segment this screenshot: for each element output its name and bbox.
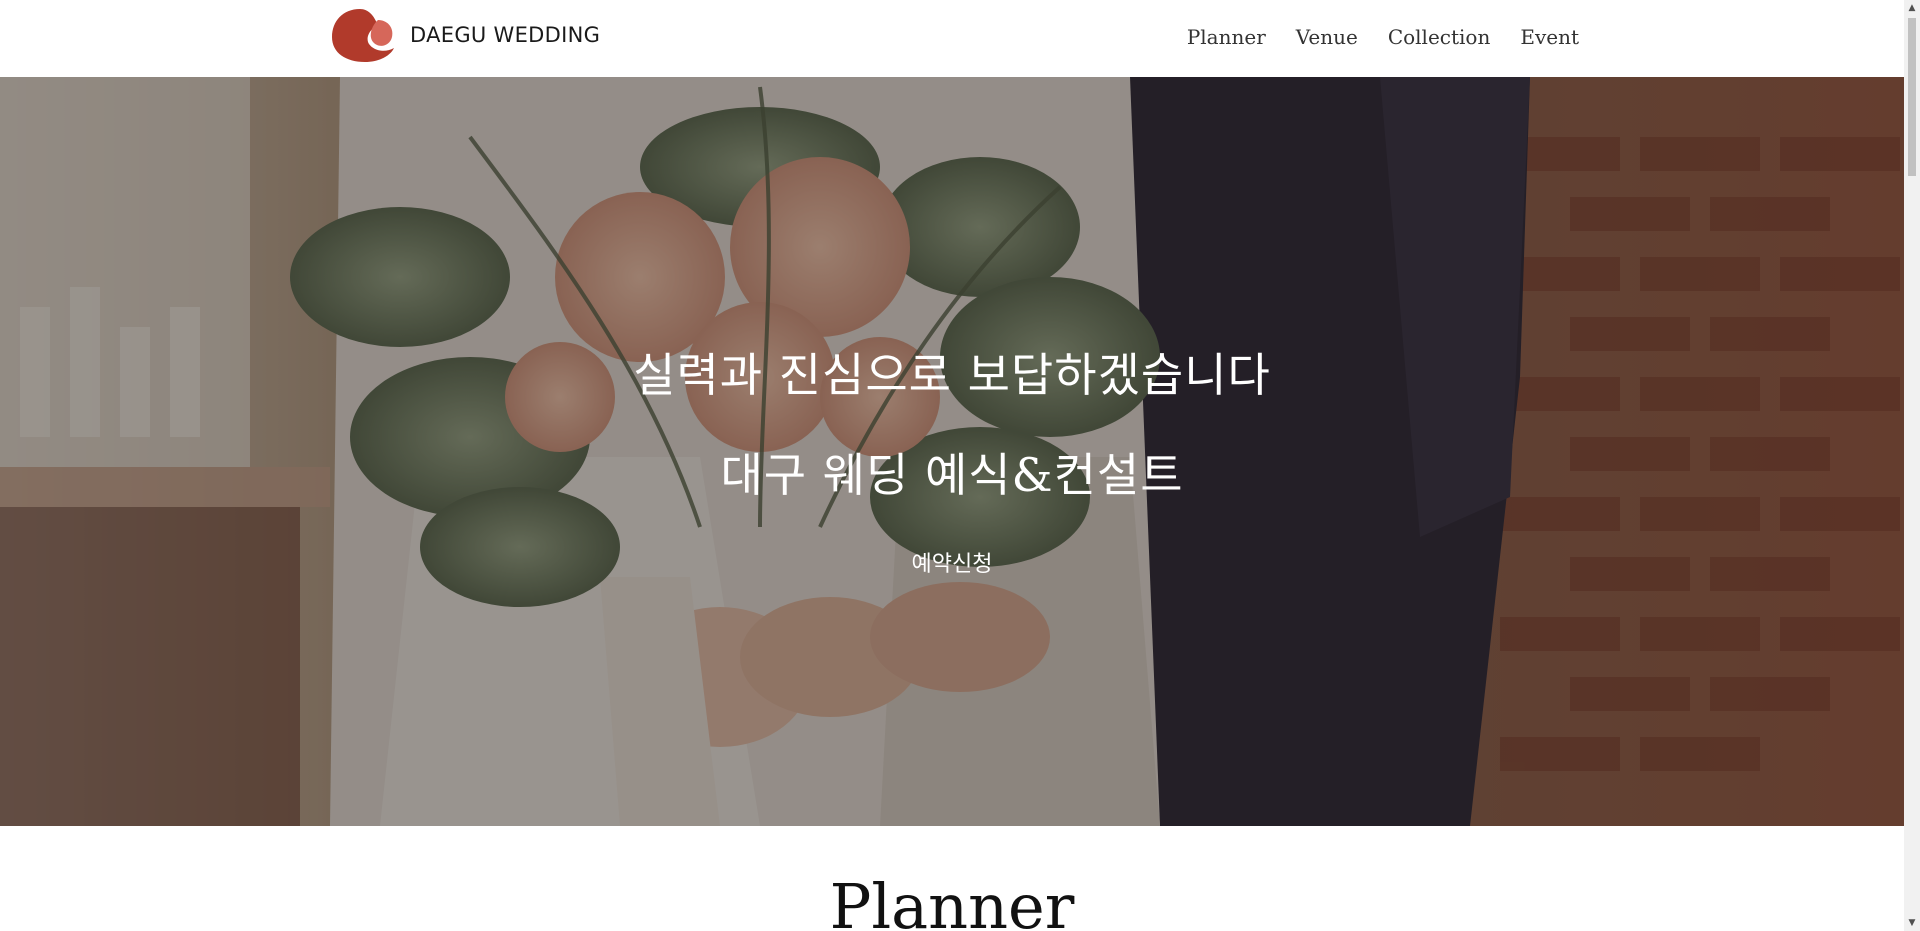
hero-subheadline: 대구 웨딩 예식&컨설트 (720, 448, 1184, 502)
planner-section-title: Planner (829, 870, 1075, 931)
main-nav: Planner Venue Collection Event (1187, 22, 1579, 52)
nav-collection[interactable]: Collection (1388, 22, 1491, 52)
hero-banner: 실력과 진심으로 보답하겠습니다 대구 웨딩 예식&컨설트 예약신청 (0, 77, 1904, 826)
brand-name[interactable]: DAEGU WEDDING (410, 20, 600, 50)
brand-logo-icon[interactable] (330, 6, 396, 64)
nav-event[interactable]: Event (1520, 22, 1579, 52)
page: DAEGU WEDDING Planner Venue Collection E… (0, 0, 1920, 931)
nav-venue[interactable]: Venue (1296, 22, 1358, 52)
scroll-thumb[interactable] (1908, 18, 1916, 176)
reservation-button[interactable]: 예약신청 (882, 545, 1022, 585)
page-scrollbar[interactable]: ▲ ▼ (1904, 0, 1920, 931)
site-header: DAEGU WEDDING Planner Venue Collection E… (0, 0, 1904, 77)
scroll-down-arrow-icon[interactable]: ▼ (1904, 915, 1920, 931)
nav-planner[interactable]: Planner (1187, 22, 1266, 52)
scroll-up-arrow-icon[interactable]: ▲ (1904, 0, 1920, 16)
hero-headline: 실력과 진심으로 보답하겠습니다 (633, 348, 1271, 402)
